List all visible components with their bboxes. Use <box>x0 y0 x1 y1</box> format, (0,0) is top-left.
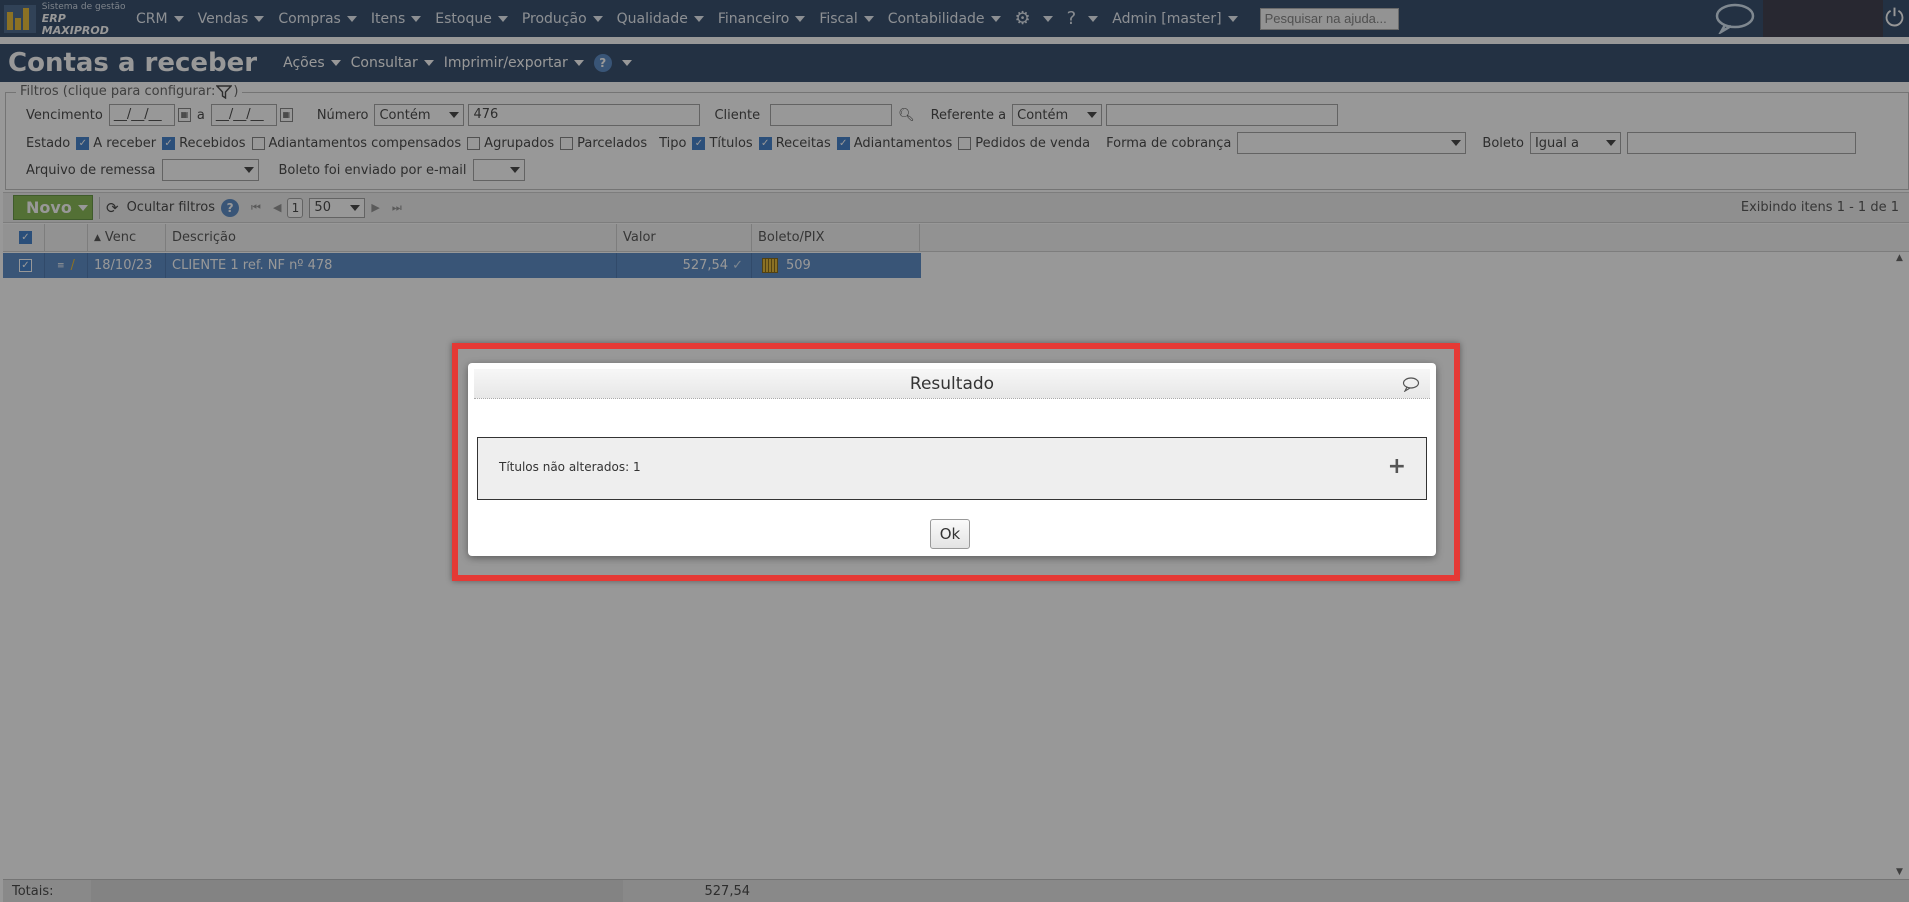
result-dialog: Resultado Títulos não alterados: 1 + Ok <box>468 363 1436 556</box>
dialog-header: Resultado <box>474 369 1430 399</box>
chat-icon[interactable] <box>1402 376 1420 392</box>
expand-plus-icon[interactable]: + <box>1388 456 1406 478</box>
result-message: Títulos não alterados: 1 <box>499 460 641 474</box>
dialog-title: Resultado <box>909 373 995 394</box>
result-message-box: Títulos não alterados: 1 + <box>477 437 1427 500</box>
ok-button[interactable]: Ok <box>930 519 970 549</box>
